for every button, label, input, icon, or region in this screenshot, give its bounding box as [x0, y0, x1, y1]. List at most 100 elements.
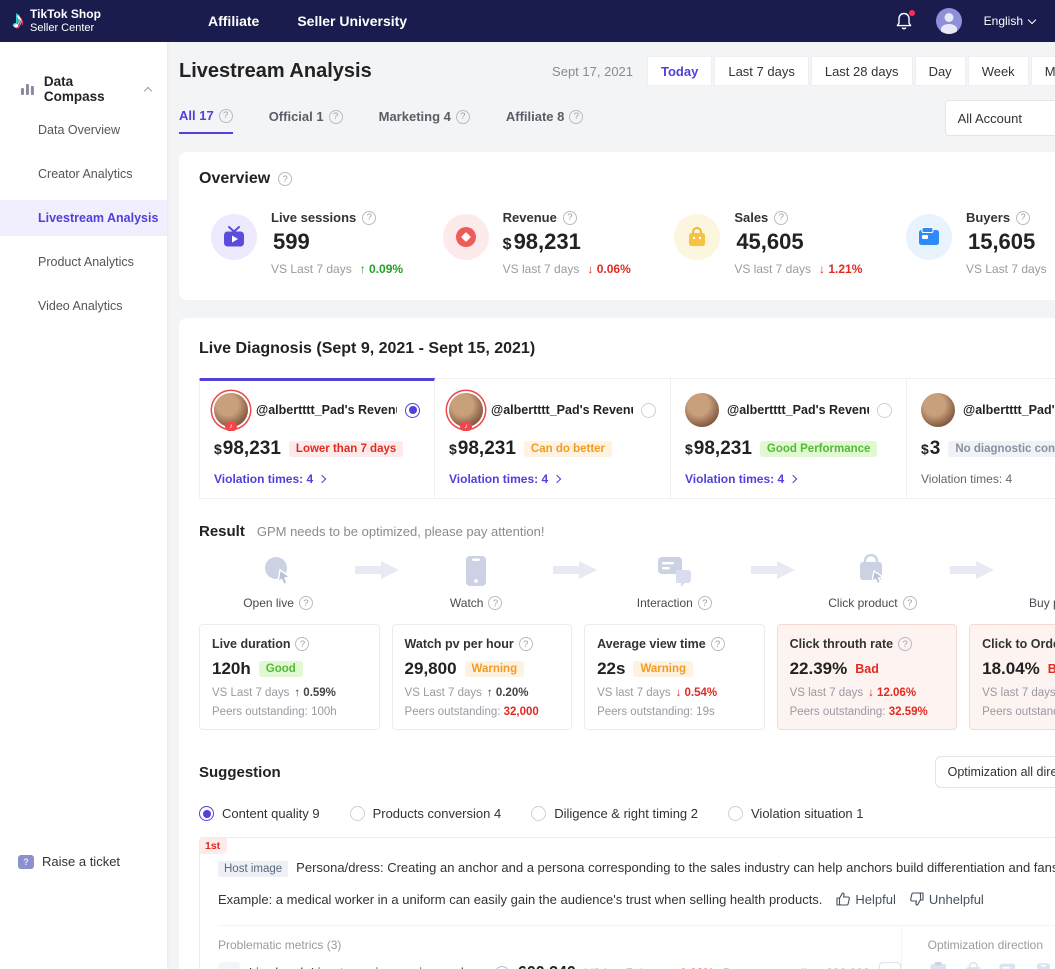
unhelpful-button[interactable]: Unhelpful — [910, 892, 984, 907]
date-range-bar: Sept 17, 2021 Today Last 7 days Last 28 … — [552, 56, 1055, 86]
range-button-today[interactable]: Today — [647, 56, 712, 86]
help-icon[interactable] — [456, 110, 470, 124]
user-avatar[interactable] — [936, 8, 962, 34]
range-button-week[interactable]: Week — [968, 56, 1029, 86]
help-icon[interactable] — [488, 596, 502, 610]
checklist-icon — [928, 961, 950, 969]
help-icon[interactable] — [519, 637, 533, 651]
sidebar-item-creator-analytics[interactable]: Creator Analytics — [0, 156, 167, 192]
diagnosis-account-card[interactable]: @albertttt_Pad's Revenue $98,231 Good Pe… — [671, 378, 907, 499]
help-icon[interactable] — [362, 211, 376, 225]
status-badge: Warning — [465, 661, 525, 677]
tab-marketing[interactable]: Marketing 4 — [379, 108, 470, 134]
help-icon[interactable] — [278, 172, 292, 186]
help-icon[interactable] — [1016, 211, 1030, 225]
status-badge: Warning — [633, 661, 693, 677]
notification-dot — [909, 10, 915, 16]
radio-products-conversion[interactable]: Products conversion 4 — [350, 806, 502, 821]
watch-phone-icon — [463, 554, 489, 588]
status-badge: Good — [259, 661, 303, 677]
tab-official[interactable]: Official 1 — [269, 108, 343, 134]
suggestion-text: Persona/dress: Creating an anchor and a … — [296, 858, 1055, 878]
performance-badge: Can do better — [524, 441, 612, 457]
interaction-chat-icon — [656, 554, 692, 588]
help-icon[interactable] — [569, 110, 583, 124]
account-radio[interactable] — [877, 403, 892, 418]
metric-prev-button[interactable] — [218, 962, 240, 969]
page-title: Livestream Analysis — [179, 60, 372, 83]
help-icon[interactable] — [295, 637, 309, 651]
raise-ticket-button[interactable]: Raise a ticket — [18, 854, 120, 869]
sidebar-item-product-analytics[interactable]: Product Analytics — [0, 244, 167, 280]
sidebar-group-data-compass[interactable]: Data Compass — [0, 74, 167, 104]
metric-card-click-to-order-rate: Click to Order rate 18.04%Bad VS last 7 … — [969, 624, 1055, 730]
radio-content-quality[interactable]: Content quality 9 — [199, 806, 320, 821]
diagnosis-account-card[interactable]: @albertttt_Pad's Revenue $98,231 Lower t… — [199, 378, 435, 499]
range-button-last-28-days[interactable]: Last 28 days — [811, 56, 913, 86]
sidebar-item-livestream-analysis[interactable]: Livestream Analysis — [0, 200, 167, 236]
ticket-icon — [18, 855, 34, 869]
funnel-step-click-product: Click product — [797, 554, 947, 610]
nav-link-seller-university[interactable]: Seller University — [297, 13, 407, 29]
tiktok-note-icon: ♪ — [12, 9, 24, 33]
tab-affiliate[interactable]: Affiliate 8 — [506, 108, 584, 134]
diagnosis-account-card[interactable]: @albertttt_Pad's Revenue $98,231 Can do … — [435, 378, 671, 499]
notification-bell-icon[interactable] — [894, 11, 914, 31]
conversion-funnel: Open live Watch Interaction Click produc… — [199, 554, 1055, 610]
performance-badge: Lower than 7 days — [289, 441, 403, 457]
funnel-arrow-icon — [950, 561, 994, 579]
account-avatar — [921, 393, 955, 427]
violation-times-link[interactable]: Violation times: 4 — [214, 472, 420, 486]
funnel-step-buy-product: Buy product — [996, 554, 1055, 610]
language-selector[interactable]: English — [984, 14, 1035, 28]
suggestion-card-1: 1st Host image Persona/dress: Creating a… — [199, 837, 1055, 969]
thumbs-up-icon — [836, 892, 850, 906]
phone-icon — [1035, 961, 1052, 969]
range-button-month[interactable]: Month — [1031, 56, 1055, 86]
range-button-day[interactable]: Day — [915, 56, 966, 86]
suggestion-example: Example: a medical worker in a uniform c… — [218, 890, 822, 910]
help-icon[interactable] — [219, 109, 233, 123]
nav-link-affiliate[interactable]: Affiliate — [208, 13, 259, 29]
stat-live-sessions: Live sessions 599 VS Last 7 days↑ 0.09% — [211, 210, 443, 276]
help-icon[interactable] — [563, 211, 577, 225]
bar-chart-icon — [20, 82, 36, 96]
helpful-button[interactable]: Helpful — [836, 892, 895, 907]
help-icon[interactable] — [299, 596, 313, 610]
help-icon[interactable] — [898, 637, 912, 651]
radio-diligence-timing[interactable]: Diligence & right timing 2 — [531, 806, 698, 821]
suggestion-title: Suggestion — [199, 764, 281, 781]
optimization-filter-value: Optimization all directions — [948, 765, 1055, 779]
range-button-last-7-days[interactable]: Last 7 days — [714, 56, 809, 86]
metric-card-watch-pv: Watch pv per hour 29,800Warning VS Last … — [392, 624, 573, 730]
radio-violation-situation[interactable]: Violation situation 1 — [728, 806, 864, 821]
help-icon[interactable] — [329, 110, 343, 124]
help-icon[interactable] — [698, 596, 712, 610]
status-badge: Bad — [855, 662, 879, 676]
metric-card-row: Live duration 120hGood VS Last 7 days↑ 0… — [199, 624, 1055, 730]
account-radio[interactable] — [641, 403, 656, 418]
overview-title: Overview — [199, 170, 270, 188]
account-filter-select[interactable]: All Account — [945, 100, 1055, 136]
sidebar-item-data-overview[interactable]: Data Overview — [0, 112, 167, 148]
suggestion-category-radios: Content quality 9 Products conversion 4 … — [199, 806, 1055, 821]
revenue-coin-icon — [443, 214, 489, 260]
help-icon[interactable] — [774, 211, 788, 225]
tab-all[interactable]: All 17 — [179, 108, 233, 134]
performance-badge: Good Performance — [760, 441, 878, 457]
problematic-metric-value: 600,240 — [518, 964, 576, 969]
buyers-wallet-icon — [906, 214, 952, 260]
optimization-filter-select[interactable]: Optimization all directions — [935, 756, 1055, 788]
account-radio[interactable] — [405, 403, 420, 418]
sidebar-item-video-analytics[interactable]: Video Analytics — [0, 288, 167, 324]
help-icon[interactable] — [711, 637, 725, 651]
diagnosis-account-card[interactable]: @albertttt_Pad's Revenue $3 No diagnosti… — [907, 378, 1055, 499]
chevron-up-icon — [144, 86, 152, 94]
funnel-arrow-icon — [751, 561, 795, 579]
metric-next-button[interactable] — [879, 962, 901, 969]
metric-card-click-through-rate: Click throuth rate 22.39%Bad VS last 7 d… — [777, 624, 958, 730]
chat-icon — [998, 961, 1022, 969]
violation-times-link[interactable]: Violation times: 4 — [449, 472, 656, 486]
violation-times-link[interactable]: Violation times: 4 — [685, 472, 892, 486]
help-icon[interactable] — [903, 596, 917, 610]
